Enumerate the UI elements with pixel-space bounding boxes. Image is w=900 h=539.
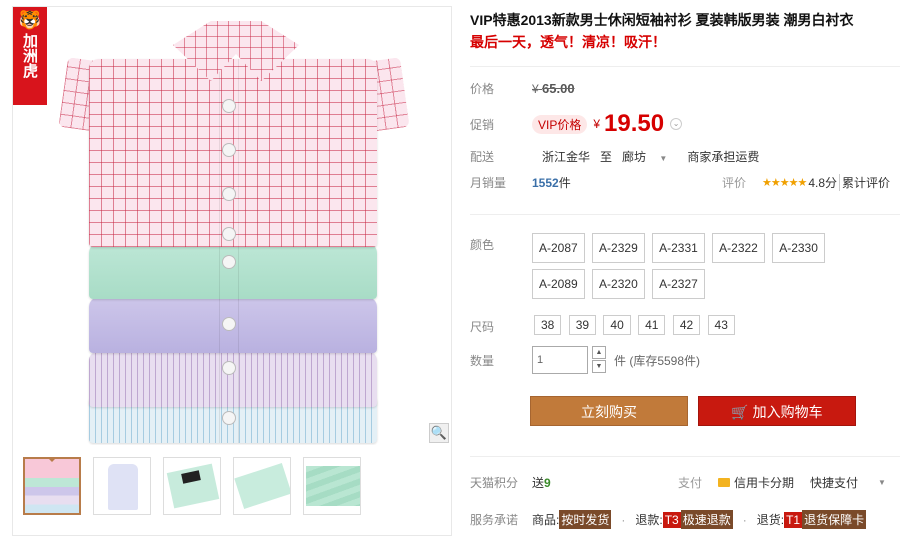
zoom-icon[interactable]: 🔍: [429, 423, 449, 443]
size-option[interactable]: 40: [603, 315, 631, 335]
decrement-icon[interactable]: ▼: [592, 360, 606, 373]
service-sep: ·: [742, 512, 747, 527]
size-option[interactable]: 39: [568, 315, 597, 335]
divider: [470, 66, 900, 67]
product-info: VIP特惠2013新款男士休闲短袖衬衫 夏装韩版男装 潮男白衬衣 最后一天，透气…: [470, 10, 900, 53]
shirt-pink-check: [89, 59, 377, 247]
service-refund-code: T3: [662, 511, 681, 528]
stock-info: 件 (库存5598件): [614, 353, 701, 368]
size-label: 尺码: [470, 320, 495, 334]
thumbnail-strip: [23, 457, 361, 519]
shirt-green: [89, 243, 377, 299]
service-return-code: T1: [784, 511, 803, 528]
service-goods: 商品:: [532, 513, 560, 527]
service-label: 服务承诺: [470, 513, 519, 527]
brand-logo: 🐯 加洲虎: [13, 7, 47, 105]
thumbnail-2[interactable]: [93, 457, 151, 515]
rating-row: 评价 ★★★★★ 4.8分 累计评价: [722, 174, 890, 191]
service-refund-tag[interactable]: 极速退款: [680, 510, 733, 529]
payment-label: 支付: [678, 476, 703, 490]
quantity-row: 数量 1 ▲ ▼ 件 (库存5598件): [470, 346, 700, 374]
chevron-down-icon[interactable]: ⌄: [670, 118, 683, 130]
price-label: 价格: [470, 82, 495, 96]
size-option[interactable]: 42: [672, 315, 701, 335]
product-gallery: 🐯 加洲虎 🔍: [12, 6, 452, 536]
color-option[interactable]: A-2330: [772, 233, 825, 263]
thumbnail-4[interactable]: [233, 457, 291, 515]
color-options: A-2087 A-2329 A-2331 A-2322 A-2330 A-208…: [532, 233, 882, 305]
product-subtitle: 最后一天，透气！清凉！吸汗！: [470, 34, 666, 50]
promo-row: 促销 VIP价格 ¥ 19.50 ⌄: [470, 110, 683, 138]
original-price: ¥ 65.00: [532, 81, 575, 96]
cumulative-reviews-link[interactable]: 累计评价: [839, 174, 890, 191]
color-label: 颜色: [470, 238, 495, 252]
color-option[interactable]: A-2087: [532, 233, 585, 263]
color-option[interactable]: A-2329: [592, 233, 645, 263]
divider: [470, 456, 900, 457]
sales-row: 月销量 1552 件: [470, 174, 571, 191]
shirt-stack-photo: [58, 21, 410, 443]
service-row: 服务承诺 商品: 按时发货 · 退款: T3 极速退款 · 退货: T1 退货保障卡: [470, 510, 867, 529]
color-option[interactable]: A-2320: [592, 269, 645, 299]
price-row: 价格 ¥ 65.00: [470, 80, 575, 97]
size-option[interactable]: 41: [638, 315, 666, 335]
shipping-label: 配送: [470, 150, 495, 164]
shipping-fee-note: 商家承担运费: [687, 150, 760, 164]
rating-label: 评价: [722, 176, 747, 190]
ship-to-select[interactable]: 廊坊 ▼: [622, 148, 677, 165]
caret-down-icon[interactable]: ▼: [878, 478, 886, 487]
product-title: VIP特惠2013新款男士休闲短袖衬衫 夏装韩版男装 潮男白衬衣: [470, 12, 854, 28]
rating-score: 4.8分: [808, 176, 838, 190]
service-return-tag[interactable]: 退货保障卡: [802, 510, 867, 529]
quantity-stepper: ▲ ▼: [592, 346, 606, 374]
ship-from: 浙江金华: [542, 150, 591, 164]
promo-label: 促销: [470, 117, 495, 132]
caret-down-icon: ▼: [659, 154, 668, 163]
color-option[interactable]: A-2331: [652, 233, 705, 263]
credit-card-icon: [718, 478, 731, 487]
monthly-sales-label: 月销量: [470, 176, 507, 190]
current-price: 19.50: [604, 110, 665, 137]
tiger-logo-icon: 🐯: [18, 10, 42, 30]
main-product-image[interactable]: 🐯 加洲虎 🔍: [13, 7, 451, 445]
divider: [470, 214, 900, 215]
brand-name: 加洲虎: [21, 33, 39, 78]
points-value: 9: [544, 475, 551, 490]
installment-option[interactable]: 信用卡分期: [734, 474, 794, 491]
shipping-row: 配送 浙江金华 至 廊坊 ▼ 商家承担运费: [470, 148, 769, 165]
size-options: 38 39 40 41 42 43: [534, 315, 739, 335]
quantity-input[interactable]: 1: [532, 346, 588, 374]
quantity-label: 数量: [470, 353, 495, 368]
buy-now-button[interactable]: 立刻购买: [530, 396, 688, 426]
service-return: 退货:: [756, 513, 785, 527]
quick-pay-option[interactable]: 快捷支付: [810, 474, 858, 491]
thumbnail-1[interactable]: [23, 457, 81, 515]
sales-unit: 件: [558, 176, 571, 190]
rating-stars-icon: ★★★★★: [762, 177, 807, 189]
points-row: 天猫积分 送 9: [470, 474, 551, 491]
shirt-violet: [89, 297, 377, 353]
shirt-lilac: [89, 351, 377, 407]
service-goods-tag[interactable]: 按时发货: [559, 510, 612, 529]
color-option[interactable]: A-2089: [532, 269, 585, 299]
thumbnail-3[interactable]: [163, 457, 221, 515]
points-label: 天猫积分: [470, 476, 519, 490]
currency-symbol: ¥: [593, 117, 601, 131]
service-sep: ·: [621, 512, 626, 527]
color-option[interactable]: A-2322: [712, 233, 765, 263]
service-refund: 退款:: [635, 513, 663, 527]
vip-badge: VIP价格: [532, 114, 588, 134]
size-option[interactable]: 43: [707, 315, 735, 335]
ship-to-word: 至: [600, 150, 613, 164]
increment-icon[interactable]: ▲: [592, 346, 606, 359]
payment-row: 支付 信用卡分期 快捷支付 ▼: [678, 474, 886, 491]
thumbnail-5[interactable]: [303, 457, 361, 515]
color-option[interactable]: A-2327: [652, 269, 705, 299]
size-option[interactable]: 38: [534, 315, 562, 335]
add-to-cart-button[interactable]: 🛒 加入购物车: [698, 396, 856, 426]
action-buttons: 立刻购买 🛒 加入购物车: [530, 396, 856, 426]
points-give: 送: [532, 476, 545, 490]
sales-count: 1552: [532, 175, 559, 190]
